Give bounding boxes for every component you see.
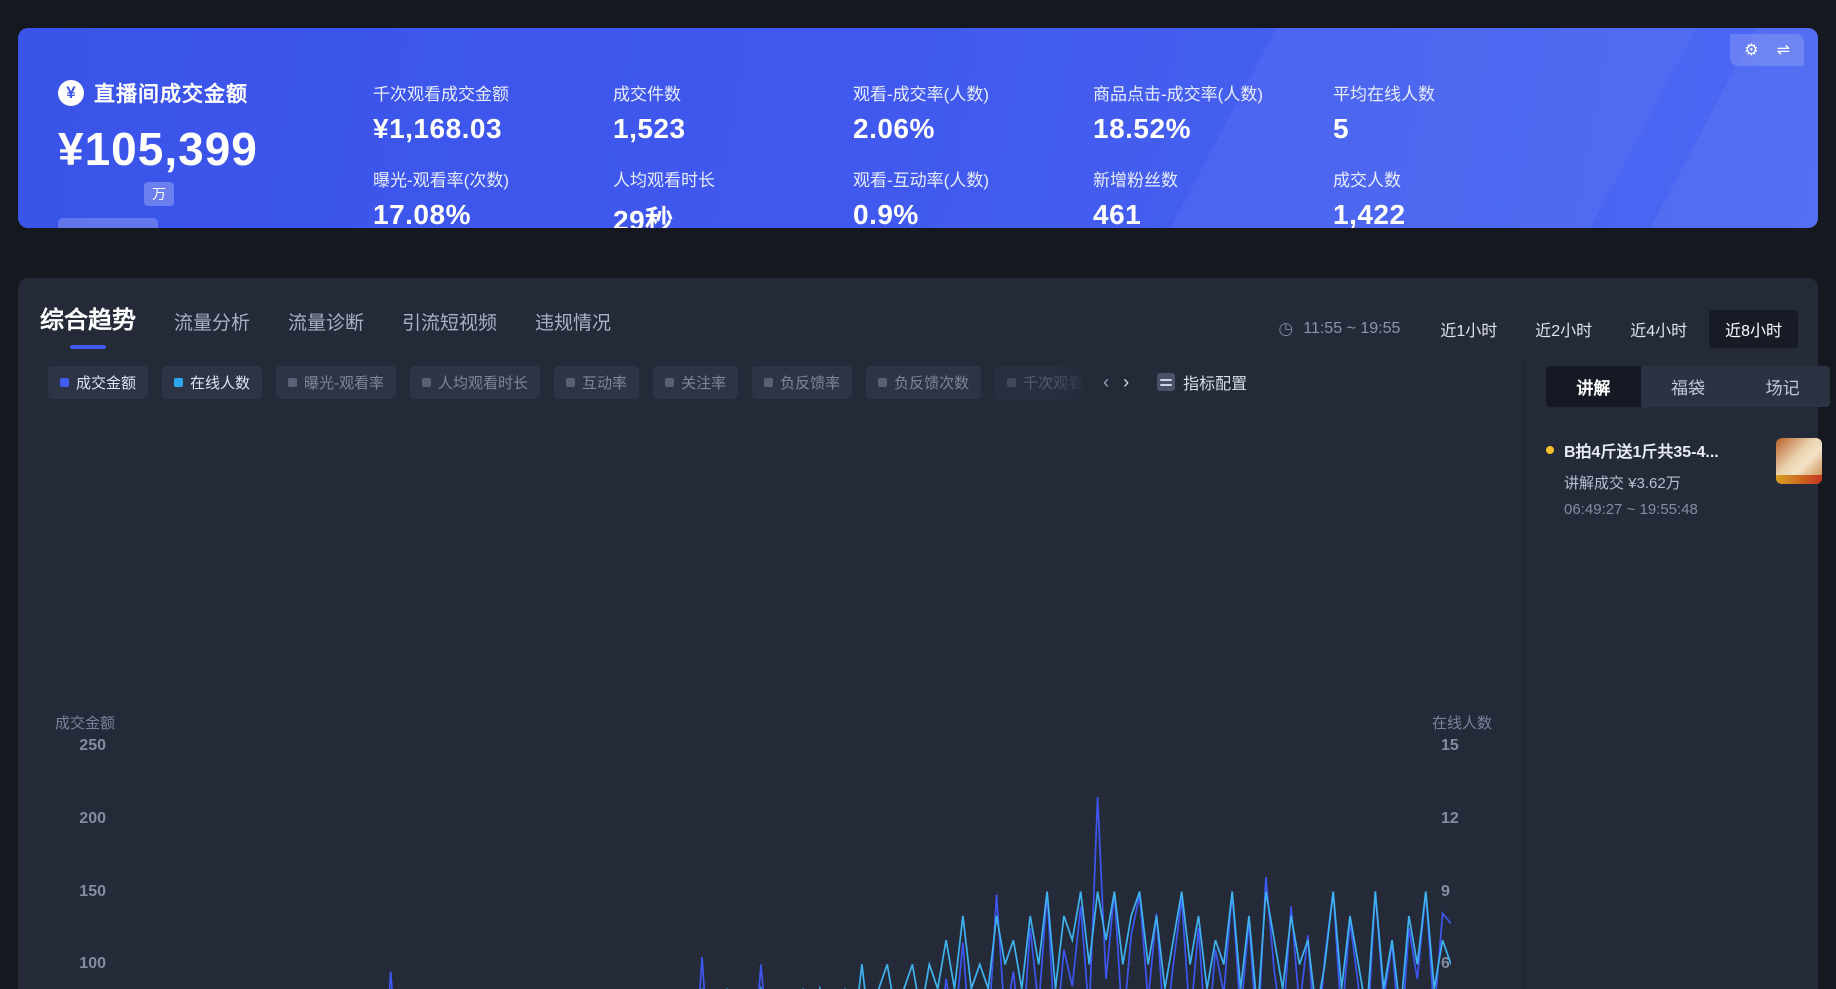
trend-panel: 综合趋势流量分析流量诊断引流短视频违规情况 ◷ 11:55 ~ 19:55 近1… bbox=[18, 278, 1818, 989]
legend-dot-icon bbox=[174, 378, 183, 387]
chip-成交金额[interactable]: 成交金额 bbox=[48, 366, 148, 399]
left-tick: 250 bbox=[79, 737, 106, 755]
explain-list-item[interactable]: B拍4斤送1斤共35-4... 讲解成交 ¥3.62万 06:49:27 ~ 1… bbox=[1546, 438, 1836, 518]
side-tab-福袋[interactable]: 福袋 bbox=[1641, 366, 1736, 407]
time-range-buttons: 近1小时近2小时近4小时近8小时 bbox=[1424, 310, 1798, 348]
tab-综合趋势[interactable]: 综合趋势 bbox=[40, 300, 136, 349]
left-axis-title: 成交金额 bbox=[55, 712, 115, 733]
legend-dot-icon bbox=[422, 378, 431, 387]
side-tab-场记[interactable]: 场记 bbox=[1735, 366, 1830, 407]
chip-曝光-观看率[interactable]: 曝光-观看率 bbox=[276, 366, 396, 399]
metric-label: 成交件数 bbox=[613, 80, 686, 105]
metric-value: ¥1,168.03 bbox=[373, 113, 509, 145]
trend-chart[interactable] bbox=[113, 746, 1451, 989]
tab-流量诊断[interactable]: 流量诊断 bbox=[288, 308, 364, 349]
chip-关注率[interactable]: 关注率 bbox=[653, 366, 738, 399]
chevron-right-icon[interactable]: › bbox=[1123, 372, 1129, 393]
metric-label: 观看-互动率(人数) bbox=[853, 166, 989, 191]
legend-dot-icon bbox=[1007, 378, 1016, 387]
chip-label: 人均观看时长 bbox=[438, 372, 528, 393]
metric-value: 1,422 bbox=[1333, 199, 1406, 228]
metric-label: 新增粉丝数 bbox=[1093, 166, 1178, 191]
main-metric-value: ¥105,399 bbox=[58, 122, 258, 176]
create-goal-button[interactable]: 创建目标 bbox=[58, 218, 158, 228]
side-tab-讲解[interactable]: 讲解 bbox=[1546, 366, 1641, 407]
metric-label: 成交人数 bbox=[1333, 166, 1406, 191]
left-axis-ticks: 250200150100500 bbox=[58, 746, 106, 989]
legend-dot-icon bbox=[566, 378, 575, 387]
metric-label: 曝光-观看率(次数) bbox=[373, 166, 509, 191]
metric-value: 2.06% bbox=[853, 113, 989, 145]
metric-value: 0.9% bbox=[853, 199, 989, 228]
chip-千次观看成交金额[interactable]: 千次观看成交金额 bbox=[995, 366, 1087, 399]
tab-违规情况[interactable]: 违规情况 bbox=[535, 308, 611, 349]
series-在线人数 bbox=[113, 892, 1451, 989]
time-button-近4小时[interactable]: 近4小时 bbox=[1614, 310, 1703, 348]
clock-icon: ◷ bbox=[1278, 319, 1293, 339]
metric-value: 1,523 bbox=[613, 113, 686, 145]
chip-label: 互动率 bbox=[582, 372, 627, 393]
chip-互动率[interactable]: 互动率 bbox=[554, 366, 639, 399]
chip-人均观看时长[interactable]: 人均观看时长 bbox=[410, 366, 540, 399]
main-metric: ¥ 直播间成交金额 ¥105,399 万 创建目标 bbox=[58, 78, 258, 228]
product-image[interactable] bbox=[1776, 438, 1822, 484]
metric-value: 17.08% bbox=[373, 199, 509, 228]
legend-dot-icon bbox=[60, 378, 69, 387]
chip-label: 关注率 bbox=[681, 372, 726, 393]
left-tick: 100 bbox=[79, 955, 106, 973]
right-axis-title: 在线人数 bbox=[1432, 712, 1492, 733]
metric-label: 商品点击-成交率(人数) bbox=[1093, 80, 1263, 105]
dashboard: ¥ 直播间成交金额 ¥105,399 万 创建目标 千次观看成交金额 ¥1,168… bbox=[0, 0, 1836, 989]
left-tick: 200 bbox=[79, 810, 106, 828]
unit-badge: 万 bbox=[144, 182, 174, 206]
chip-label: 千次观看成交金额 bbox=[1023, 372, 1087, 393]
tab-流量分析[interactable]: 流量分析 bbox=[174, 308, 250, 349]
chip-label: 在线人数 bbox=[190, 372, 250, 393]
metric-config-button[interactable]: 指标配置 bbox=[1145, 364, 1259, 400]
metric-value: 461 bbox=[1093, 199, 1178, 228]
chip-负反馈率[interactable]: 负反馈率 bbox=[752, 366, 852, 399]
chip-label: 负反馈次数 bbox=[894, 372, 969, 393]
explain-time-range: 06:49:27 ~ 19:55:48 bbox=[1564, 501, 1836, 518]
chip-label: 曝光-观看率 bbox=[304, 372, 384, 393]
metric-value: 5 bbox=[1333, 113, 1435, 145]
chip-在线人数[interactable]: 在线人数 bbox=[162, 366, 262, 399]
panel-tabs: 综合趋势流量分析流量诊断引流短视频违规情况 bbox=[40, 300, 611, 349]
legend-dot-icon bbox=[764, 378, 773, 387]
legend-dot-icon bbox=[288, 378, 297, 387]
chevron-left-icon[interactable]: ‹ bbox=[1103, 372, 1109, 393]
left-tick: 150 bbox=[79, 883, 106, 901]
metric-label: 人均观看时长 bbox=[613, 166, 715, 191]
time-button-近1小时[interactable]: 近1小时 bbox=[1424, 310, 1513, 348]
status-dot-icon bbox=[1546, 446, 1554, 454]
yuan-circle-icon: ¥ bbox=[58, 80, 84, 106]
side-panel-tabs: 讲解福袋场记 bbox=[1546, 366, 1830, 407]
gear-icon[interactable]: ⚙ bbox=[1744, 40, 1758, 60]
metric-value: 18.52% bbox=[1093, 113, 1263, 145]
time-button-近2小时[interactable]: 近2小时 bbox=[1519, 310, 1608, 348]
chip-label: 负反馈率 bbox=[780, 372, 840, 393]
metric-chips: 成交金额 在线人数 曝光-观看率 人均观看时长 互动率 关注率 负反馈率 负反馈次数 千次观看成… bbox=[48, 364, 1259, 400]
metric-value: 29秒 bbox=[613, 199, 715, 228]
tab-引流短视频[interactable]: 引流短视频 bbox=[402, 308, 497, 349]
time-controls: ◷ 11:55 ~ 19:55 近1小时近2小时近4小时近8小时 bbox=[1278, 310, 1798, 348]
chip-label: 成交金额 bbox=[76, 372, 136, 393]
metric-label: 平均在线人数 bbox=[1333, 80, 1435, 105]
metric-label: 千次观看成交金额 bbox=[373, 80, 509, 105]
legend-dot-icon bbox=[665, 378, 674, 387]
swap-icon[interactable]: ⇌ bbox=[1777, 40, 1790, 60]
legend-dot-icon bbox=[878, 378, 887, 387]
card-toolbar: ⚙ ⇌ bbox=[1730, 34, 1804, 66]
main-metric-label: 直播间成交金额 bbox=[94, 78, 248, 108]
time-button-近8小时[interactable]: 近8小时 bbox=[1709, 310, 1798, 348]
metric-label: 观看-成交率(人数) bbox=[853, 80, 989, 105]
product-title: B拍4斤送1斤共35-4... bbox=[1564, 438, 1764, 462]
series-成交金额 bbox=[113, 797, 1451, 989]
sliders-icon bbox=[1157, 373, 1175, 391]
chip-负反馈次数[interactable]: 负反馈次数 bbox=[866, 366, 981, 399]
time-range-text: 11:55 ~ 19:55 bbox=[1303, 320, 1400, 338]
kpi-header-card: ¥ 直播间成交金额 ¥105,399 万 创建目标 千次观看成交金额 ¥1,168… bbox=[18, 28, 1818, 228]
panel-divider bbox=[1523, 364, 1524, 989]
